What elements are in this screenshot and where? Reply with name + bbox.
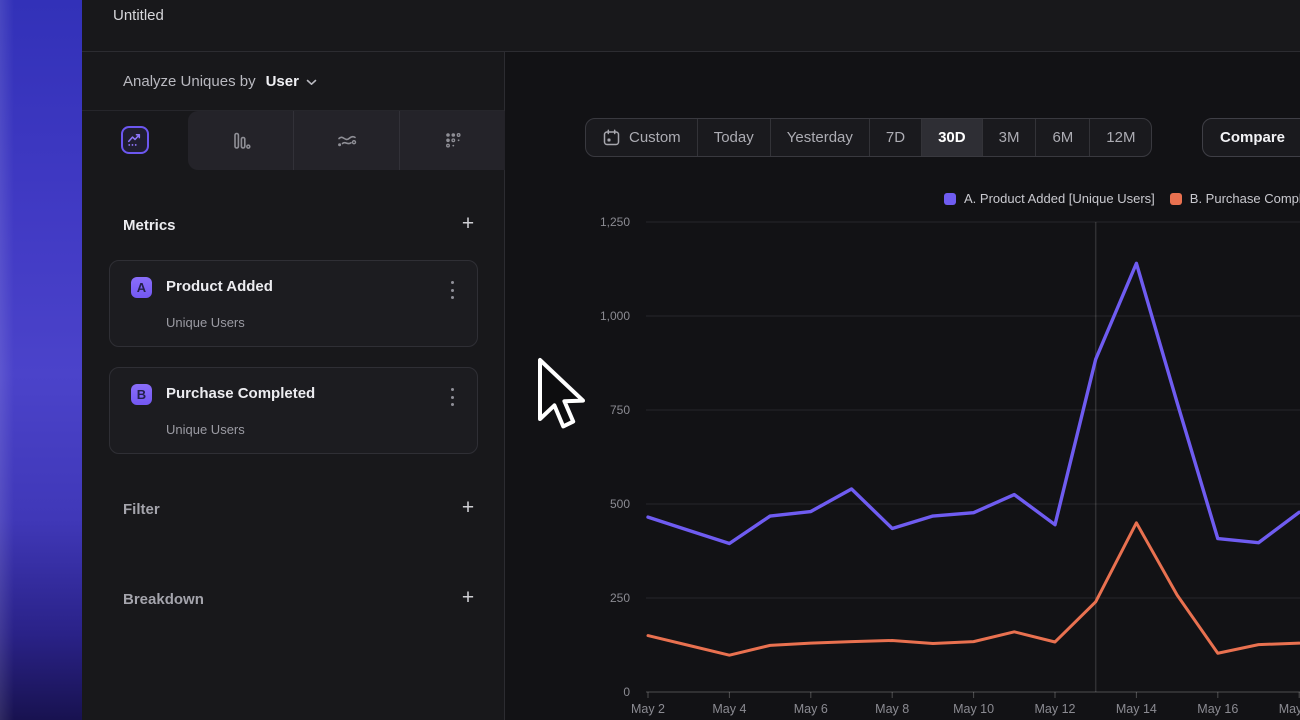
- metric-title[interactable]: Purchase Completed: [166, 385, 315, 402]
- tab-line-chart[interactable]: [121, 126, 149, 154]
- metric-card-a[interactable]: A Product Added Unique Users: [109, 260, 478, 347]
- range-6m[interactable]: 6M: [1035, 119, 1089, 156]
- filter-section-header: Filter +: [123, 498, 479, 520]
- range-30d[interactable]: 30D: [921, 119, 982, 156]
- query-sidebar: Analyze Uniques by User: [82, 52, 505, 720]
- svg-text:0: 0: [623, 685, 630, 699]
- tab-flows[interactable]: [293, 111, 399, 170]
- svg-text:May 4: May 4: [712, 702, 746, 716]
- analyze-entity-dropdown[interactable]: User: [266, 73, 299, 90]
- svg-text:1,000: 1,000: [600, 309, 630, 323]
- svg-text:May 10: May 10: [953, 702, 994, 716]
- svg-text:May 6: May 6: [794, 702, 828, 716]
- metric-measurement[interactable]: Unique Users: [166, 315, 245, 330]
- svg-text:May 12: May 12: [1035, 702, 1076, 716]
- svg-text:May 18: May 18: [1279, 702, 1300, 716]
- svg-text:250: 250: [610, 591, 630, 605]
- bar-chart-icon: [230, 130, 252, 152]
- metric-badge-b: B: [131, 384, 152, 405]
- kebab-menu-icon[interactable]: [445, 388, 459, 406]
- range-today[interactable]: Today: [697, 119, 770, 156]
- range-7d[interactable]: 7D: [869, 119, 921, 156]
- svg-text:750: 750: [610, 403, 630, 417]
- metrics-label: Metrics: [123, 217, 176, 234]
- top-bar: Untitled: [82, 0, 1300, 52]
- app-nav-strip: [0, 0, 82, 720]
- breakdown-section-header: Breakdown +: [123, 588, 479, 610]
- range-12m[interactable]: 12M: [1089, 119, 1151, 156]
- add-metric-button[interactable]: +: [457, 214, 479, 236]
- breakdown-label: Breakdown: [123, 591, 204, 608]
- date-range-picker: Custom Today Yesterday 7D 30D 3M 6M 12M: [585, 118, 1152, 157]
- range-3m[interactable]: 3M: [982, 119, 1036, 156]
- metric-badge-a: A: [131, 277, 152, 298]
- filter-label: Filter: [123, 501, 160, 518]
- range-custom[interactable]: Custom: [586, 119, 697, 156]
- tab-bar-chart[interactable]: [188, 111, 293, 170]
- svg-text:May 8: May 8: [875, 702, 909, 716]
- metric-card-b[interactable]: B Purchase Completed Unique Users: [109, 367, 478, 454]
- add-filter-button[interactable]: +: [457, 498, 479, 520]
- svg-text:May 14: May 14: [1116, 702, 1157, 716]
- analyze-row: Analyze Uniques by User: [82, 52, 504, 111]
- range-yesterday[interactable]: Yesterday: [770, 119, 869, 156]
- dot-grid-icon: [442, 130, 464, 152]
- svg-text:500: 500: [610, 497, 630, 511]
- metric-measurement[interactable]: Unique Users: [166, 422, 245, 437]
- chevron-down-icon[interactable]: [306, 79, 317, 86]
- kebab-menu-icon[interactable]: [445, 281, 459, 299]
- svg-text:1,250: 1,250: [600, 215, 630, 229]
- add-breakdown-button[interactable]: +: [457, 588, 479, 610]
- metrics-section-header: Metrics +: [123, 214, 479, 236]
- metric-title[interactable]: Product Added: [166, 278, 273, 295]
- tab-retention[interactable]: [399, 111, 505, 170]
- svg-text:May 2: May 2: [631, 702, 665, 716]
- report-title[interactable]: Untitled: [113, 7, 164, 24]
- flows-icon: [335, 129, 358, 152]
- compare-button[interactable]: Compare: [1202, 118, 1300, 157]
- line-chart-icon: [126, 131, 144, 149]
- line-chart-plot[interactable]: 0 250 500 750 1,000 1,250 May 2 May 4 May 6 May 8…: [560, 180, 1300, 720]
- calendar-icon: [602, 128, 621, 147]
- chart-type-tabs: [188, 111, 505, 170]
- svg-text:May 16: May 16: [1197, 702, 1238, 716]
- mouse-cursor: [534, 356, 586, 442]
- analyze-label: Analyze Uniques by: [123, 73, 256, 90]
